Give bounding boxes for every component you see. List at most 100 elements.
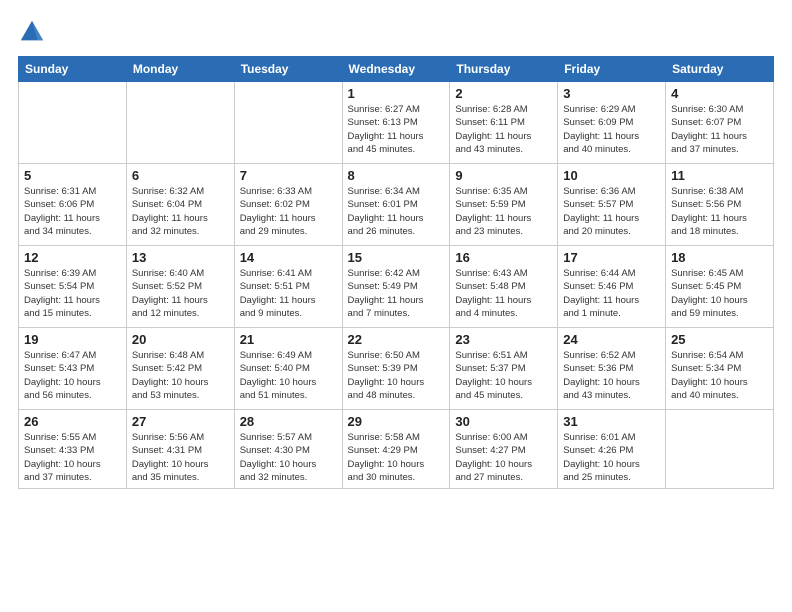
calendar-week-4: 26 Sunrise: 5:55 AM Sunset: 4:33 PM Dayli… <box>19 410 774 489</box>
day-number: 17 <box>563 250 660 265</box>
calendar-cell: 30 Sunrise: 6:00 AM Sunset: 4:27 PM Dayli… <box>450 410 558 489</box>
logo <box>18 18 50 46</box>
day-info: Sunrise: 6:47 AM Sunset: 5:43 PM Dayligh… <box>24 349 121 402</box>
day-number: 13 <box>132 250 229 265</box>
calendar-cell <box>234 82 342 164</box>
day-info: Sunrise: 6:41 AM Sunset: 5:51 PM Dayligh… <box>240 267 337 320</box>
day-info: Sunrise: 6:00 AM Sunset: 4:27 PM Dayligh… <box>455 431 552 484</box>
calendar-week-1: 5 Sunrise: 6:31 AM Sunset: 6:06 PM Daylig… <box>19 164 774 246</box>
day-info: Sunrise: 6:42 AM Sunset: 5:49 PM Dayligh… <box>348 267 445 320</box>
day-info: Sunrise: 6:34 AM Sunset: 6:01 PM Dayligh… <box>348 185 445 238</box>
weekday-sunday: Sunday <box>19 57 127 82</box>
calendar-cell: 6Sunrise: 6:32 AM Sunset: 6:04 PM Daylig… <box>126 164 234 246</box>
day-number: 18 <box>671 250 768 265</box>
weekday-saturday: Saturday <box>666 57 774 82</box>
calendar-cell: 12 Sunrise: 6:39 AM Sunset: 5:54 PM Dayli… <box>19 246 127 328</box>
day-info: Sunrise: 6:35 AM Sunset: 5:59 PM Dayligh… <box>455 185 552 238</box>
day-info: Sunrise: 6:38 AM Sunset: 5:56 PM Dayligh… <box>671 185 768 238</box>
calendar-cell: 17Sunrise: 6:44 AM Sunset: 5:46 PM Dayli… <box>558 246 666 328</box>
day-info: Sunrise: 6:36 AM Sunset: 5:57 PM Dayligh… <box>563 185 660 238</box>
day-number: 5 <box>24 168 121 183</box>
day-number: 30 <box>455 414 552 429</box>
day-number: 10 <box>563 168 660 183</box>
day-number: 26 <box>24 414 121 429</box>
calendar-cell: 24Sunrise: 6:52 AM Sunset: 5:36 PM Dayli… <box>558 328 666 410</box>
day-number: 29 <box>348 414 445 429</box>
day-number: 21 <box>240 332 337 347</box>
day-info: Sunrise: 6:40 AM Sunset: 5:52 PM Dayligh… <box>132 267 229 320</box>
day-info: Sunrise: 5:58 AM Sunset: 4:29 PM Dayligh… <box>348 431 445 484</box>
calendar-cell: 15 Sunrise: 6:42 AM Sunset: 5:49 PM Dayli… <box>342 246 450 328</box>
calendar-cell: 28 Sunrise: 5:57 AM Sunset: 4:30 PM Dayli… <box>234 410 342 489</box>
day-info: Sunrise: 6:27 AM Sunset: 6:13 PM Dayligh… <box>348 103 445 156</box>
page-container: SundayMondayTuesdayWednesdayThursdayFrid… <box>0 0 792 612</box>
calendar-cell: 10 Sunrise: 6:36 AM Sunset: 5:57 PM Dayli… <box>558 164 666 246</box>
calendar-cell: 3 Sunrise: 6:29 AM Sunset: 6:09 PM Daylig… <box>558 82 666 164</box>
calendar-cell <box>126 82 234 164</box>
logo-icon <box>18 18 46 46</box>
day-number: 12 <box>24 250 121 265</box>
weekday-header-row: SundayMondayTuesdayWednesdayThursdayFrid… <box>19 57 774 82</box>
calendar-cell: 22 Sunrise: 6:50 AM Sunset: 5:39 PM Dayli… <box>342 328 450 410</box>
day-info: Sunrise: 6:50 AM Sunset: 5:39 PM Dayligh… <box>348 349 445 402</box>
day-number: 7 <box>240 168 337 183</box>
calendar-cell: 14 Sunrise: 6:41 AM Sunset: 5:51 PM Dayli… <box>234 246 342 328</box>
day-info: Sunrise: 5:56 AM Sunset: 4:31 PM Dayligh… <box>132 431 229 484</box>
day-info: Sunrise: 6:32 AM Sunset: 6:04 PM Dayligh… <box>132 185 229 238</box>
day-info: Sunrise: 5:55 AM Sunset: 4:33 PM Dayligh… <box>24 431 121 484</box>
calendar: SundayMondayTuesdayWednesdayThursdayFrid… <box>18 56 774 489</box>
day-number: 23 <box>455 332 552 347</box>
calendar-cell: 5 Sunrise: 6:31 AM Sunset: 6:06 PM Daylig… <box>19 164 127 246</box>
calendar-cell: 2Sunrise: 6:28 AM Sunset: 6:11 PM Daylig… <box>450 82 558 164</box>
calendar-cell: 13 Sunrise: 6:40 AM Sunset: 5:52 PM Dayli… <box>126 246 234 328</box>
day-number: 14 <box>240 250 337 265</box>
day-info: Sunrise: 6:28 AM Sunset: 6:11 PM Dayligh… <box>455 103 552 156</box>
calendar-week-0: 1 Sunrise: 6:27 AM Sunset: 6:13 PM Daylig… <box>19 82 774 164</box>
day-number: 15 <box>348 250 445 265</box>
day-number: 28 <box>240 414 337 429</box>
day-number: 19 <box>24 332 121 347</box>
day-info: Sunrise: 6:29 AM Sunset: 6:09 PM Dayligh… <box>563 103 660 156</box>
day-info: Sunrise: 5:57 AM Sunset: 4:30 PM Dayligh… <box>240 431 337 484</box>
day-number: 8 <box>348 168 445 183</box>
day-number: 27 <box>132 414 229 429</box>
day-info: Sunrise: 6:51 AM Sunset: 5:37 PM Dayligh… <box>455 349 552 402</box>
day-number: 4 <box>671 86 768 101</box>
day-info: Sunrise: 6:39 AM Sunset: 5:54 PM Dayligh… <box>24 267 121 320</box>
day-number: 16 <box>455 250 552 265</box>
day-info: Sunrise: 6:54 AM Sunset: 5:34 PM Dayligh… <box>671 349 768 402</box>
weekday-wednesday: Wednesday <box>342 57 450 82</box>
calendar-cell: 29 Sunrise: 5:58 AM Sunset: 4:29 PM Dayli… <box>342 410 450 489</box>
calendar-week-3: 19 Sunrise: 6:47 AM Sunset: 5:43 PM Dayli… <box>19 328 774 410</box>
calendar-cell: 26 Sunrise: 5:55 AM Sunset: 4:33 PM Dayli… <box>19 410 127 489</box>
day-number: 25 <box>671 332 768 347</box>
calendar-cell: 9 Sunrise: 6:35 AM Sunset: 5:59 PM Daylig… <box>450 164 558 246</box>
day-number: 20 <box>132 332 229 347</box>
calendar-cell: 11 Sunrise: 6:38 AM Sunset: 5:56 PM Dayli… <box>666 164 774 246</box>
calendar-cell: 20Sunrise: 6:48 AM Sunset: 5:42 PM Dayli… <box>126 328 234 410</box>
calendar-cell: 7 Sunrise: 6:33 AM Sunset: 6:02 PM Daylig… <box>234 164 342 246</box>
calendar-cell: 27 Sunrise: 5:56 AM Sunset: 4:31 PM Dayli… <box>126 410 234 489</box>
calendar-cell: 23 Sunrise: 6:51 AM Sunset: 5:37 PM Dayli… <box>450 328 558 410</box>
day-info: Sunrise: 6:52 AM Sunset: 5:36 PM Dayligh… <box>563 349 660 402</box>
weekday-thursday: Thursday <box>450 57 558 82</box>
header <box>18 18 774 46</box>
day-number: 1 <box>348 86 445 101</box>
day-number: 31 <box>563 414 660 429</box>
day-number: 9 <box>455 168 552 183</box>
day-info: Sunrise: 6:33 AM Sunset: 6:02 PM Dayligh… <box>240 185 337 238</box>
day-info: Sunrise: 6:49 AM Sunset: 5:40 PM Dayligh… <box>240 349 337 402</box>
day-number: 3 <box>563 86 660 101</box>
weekday-monday: Monday <box>126 57 234 82</box>
day-number: 11 <box>671 168 768 183</box>
calendar-cell: 21 Sunrise: 6:49 AM Sunset: 5:40 PM Dayli… <box>234 328 342 410</box>
calendar-week-2: 12 Sunrise: 6:39 AM Sunset: 5:54 PM Dayli… <box>19 246 774 328</box>
day-number: 22 <box>348 332 445 347</box>
calendar-cell <box>19 82 127 164</box>
day-info: Sunrise: 6:01 AM Sunset: 4:26 PM Dayligh… <box>563 431 660 484</box>
weekday-tuesday: Tuesday <box>234 57 342 82</box>
calendar-cell: 25 Sunrise: 6:54 AM Sunset: 5:34 PM Dayli… <box>666 328 774 410</box>
day-info: Sunrise: 6:30 AM Sunset: 6:07 PM Dayligh… <box>671 103 768 156</box>
weekday-friday: Friday <box>558 57 666 82</box>
day-info: Sunrise: 6:31 AM Sunset: 6:06 PM Dayligh… <box>24 185 121 238</box>
